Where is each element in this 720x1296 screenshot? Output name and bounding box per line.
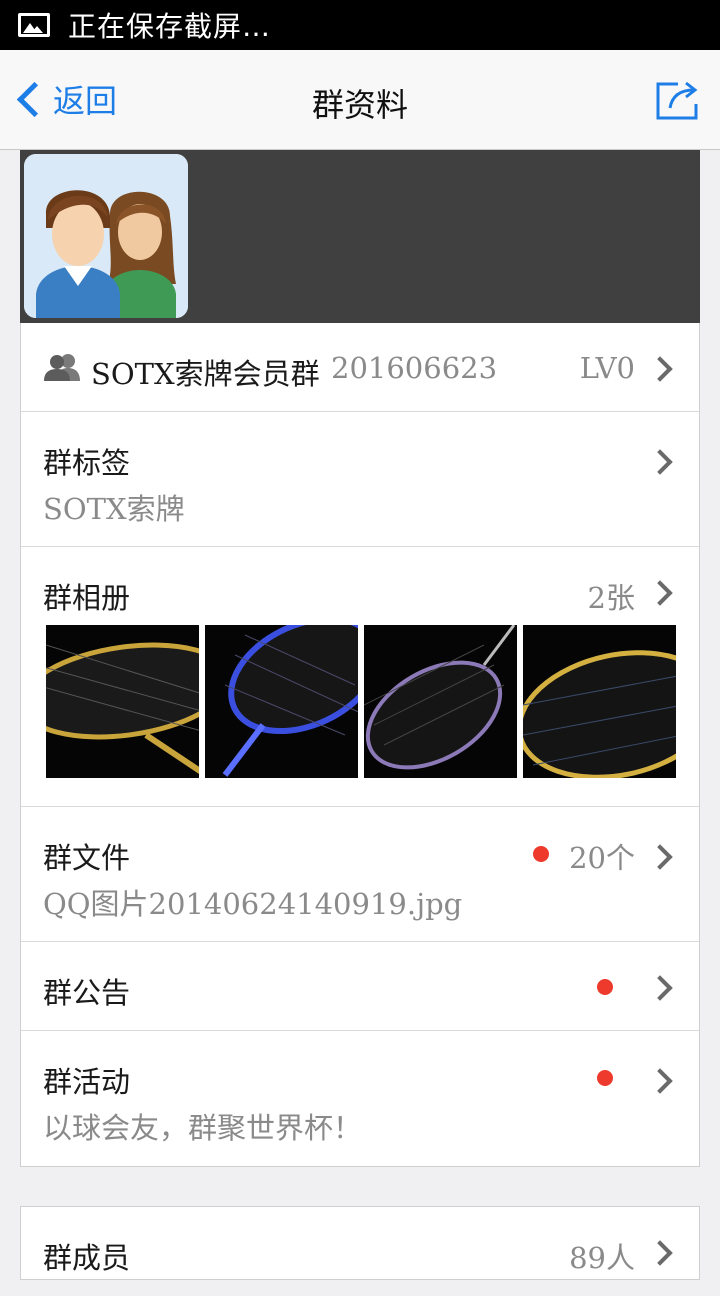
chevron-right-icon bbox=[647, 580, 673, 606]
members-count: 89人 bbox=[569, 1241, 635, 1275]
chevron-right-icon bbox=[647, 449, 673, 475]
group-id: 201606623 bbox=[331, 351, 498, 385]
notice-label: 群公告 bbox=[43, 976, 131, 1010]
group-members-row[interactable]: 群成员 89人 bbox=[21, 1207, 699, 1296]
members-card: 群成员 89人 bbox=[20, 1206, 700, 1280]
album-count: 2张 bbox=[587, 581, 635, 615]
members-label: 群成员 bbox=[43, 1241, 131, 1275]
tags-label: 群标签 bbox=[43, 446, 131, 480]
status-text: 正在保存截屏… bbox=[68, 10, 272, 43]
group-activity-row[interactable]: 群活动 以球会友，群聚世界杯！ bbox=[21, 1031, 699, 1166]
files-count: 20个 bbox=[569, 841, 635, 875]
share-icon[interactable] bbox=[656, 80, 698, 120]
racket-photo-purple bbox=[364, 625, 516, 770]
chevron-right-icon bbox=[647, 975, 673, 1001]
group-icon bbox=[44, 354, 80, 381]
new-badge-dot bbox=[533, 846, 549, 862]
group-notice-row[interactable]: 群公告 bbox=[21, 942, 699, 1031]
image-icon bbox=[18, 13, 50, 37]
album-photo[interactable] bbox=[364, 625, 517, 778]
status-bar: 正在保存截屏… bbox=[0, 0, 720, 50]
group-avatar-image bbox=[24, 154, 188, 318]
group-info-card: SOTX索牌会员群 201606623 LV0 群标签 SOTX索牌 群相册 2… bbox=[20, 323, 700, 1167]
activity-label: 群活动 bbox=[43, 1065, 131, 1099]
page-title: 群资料 bbox=[311, 86, 408, 124]
group-tags-row[interactable]: 群标签 SOTX索牌 bbox=[21, 412, 699, 547]
racket-photo-blue bbox=[222, 625, 358, 777]
group-name: SOTX索牌会员群 bbox=[91, 357, 320, 391]
racket-photo-gold-2 bbox=[523, 650, 676, 778]
album-label: 群相册 bbox=[43, 581, 131, 615]
group-banner bbox=[20, 150, 700, 323]
group-files-row[interactable]: 群文件 20个 QQ图片20140624140919.jpg bbox=[21, 807, 699, 942]
group-album-row[interactable]: 群相册 2张 bbox=[21, 547, 699, 807]
new-badge-dot bbox=[597, 979, 613, 995]
chevron-right-icon bbox=[647, 356, 673, 382]
files-latest: QQ图片20140624140919.jpg bbox=[43, 887, 463, 921]
group-avatar[interactable] bbox=[24, 154, 188, 318]
racket-photo-gold bbox=[46, 642, 199, 774]
album-photo[interactable] bbox=[205, 625, 358, 778]
files-label: 群文件 bbox=[43, 841, 131, 875]
activity-subtitle: 以球会友，群聚世界杯！ bbox=[43, 1111, 363, 1145]
chevron-right-icon bbox=[647, 1240, 673, 1266]
nav-bar: 返回 群资料 bbox=[0, 50, 720, 150]
group-name-row[interactable]: SOTX索牌会员群 201606623 LV0 bbox=[21, 323, 699, 412]
new-badge-dot bbox=[597, 1070, 613, 1086]
group-level: LV0 bbox=[579, 351, 635, 385]
album-photo[interactable] bbox=[46, 625, 199, 778]
chevron-right-icon bbox=[647, 1068, 673, 1094]
album-photo[interactable] bbox=[523, 625, 676, 778]
tags-value: SOTX索牌 bbox=[43, 492, 185, 526]
chevron-right-icon bbox=[647, 844, 673, 870]
